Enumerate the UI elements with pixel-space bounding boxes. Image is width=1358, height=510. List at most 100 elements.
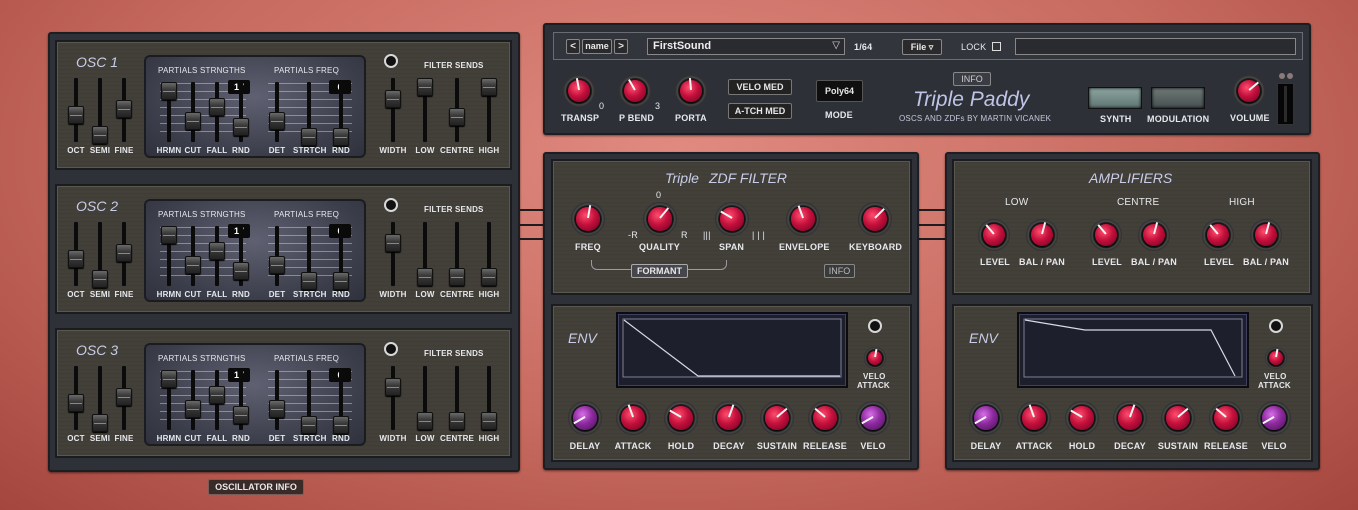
filter-title-prefix: Triple [665,170,699,186]
quality-knob[interactable] [643,202,677,236]
mode-select[interactable]: Poly64 [816,80,863,102]
porta-knob[interactable] [675,75,707,107]
det-freq-slider[interactable] [269,82,285,142]
fine-slider[interactable] [116,78,132,142]
fine-slider[interactable] [116,366,132,430]
velo-med-button[interactable]: VELO MED [728,79,792,95]
filter-release-knob[interactable] [808,401,842,435]
low-send-slider[interactable] [417,222,433,286]
span-knob[interactable] [715,202,749,236]
rnd-freq-slider[interactable] [333,226,349,290]
strtch-freq-slider[interactable] [301,226,317,290]
oct-slider[interactable] [68,78,84,142]
hrmn-slider[interactable] [161,226,177,286]
connector-line [518,209,546,211]
info-button[interactable]: INFO [953,72,991,86]
volume-knob[interactable] [1233,75,1265,107]
width-send-slider[interactable] [385,78,401,142]
high-send-label: HIGH [478,434,500,443]
filter-info-button[interactable]: INFO [824,264,855,278]
cut-slider[interactable] [185,370,201,430]
filter-velo-knob[interactable] [856,401,890,435]
osc-enable-led[interactable] [384,54,398,68]
det-freq-slider[interactable] [269,226,285,286]
amp-decay-knob[interactable] [1113,401,1147,435]
high-send-slider[interactable] [481,78,497,142]
strtch-freq-slider[interactable] [301,370,317,434]
pitch-bend-knob[interactable] [619,75,651,107]
centre-send-slider[interactable] [449,78,465,142]
amp-env-display[interactable] [1017,312,1249,388]
low-send-slider[interactable] [417,366,433,430]
filter-velo-attack-knob[interactable] [864,347,886,369]
synth-tab-button[interactable] [1088,87,1142,109]
width-send-slider[interactable] [385,366,401,430]
cut-slider[interactable] [185,82,201,142]
amp-centre-pan-knob[interactable] [1138,219,1170,251]
atch-med-button[interactable]: A-TCH MED [728,103,792,119]
amp-velo-attack-knob[interactable] [1265,347,1287,369]
amp-env-led[interactable] [1269,319,1283,333]
fall-slider[interactable] [209,370,225,430]
filter-freq-knob[interactable] [571,202,605,236]
osc-title: OSC 3 [76,342,119,358]
amp-high-pan-knob[interactable] [1250,219,1282,251]
osc-enable-led[interactable] [384,342,398,356]
envelope-knob[interactable] [786,202,820,236]
semi-slider[interactable] [92,222,108,288]
centre-send-slider[interactable] [449,366,465,430]
osc-enable-led[interactable] [384,198,398,212]
centre-send-slider[interactable] [449,222,465,286]
hrmn-slider[interactable] [161,370,177,430]
amp-high-level-knob[interactable] [1202,219,1234,251]
oscillator-info-button[interactable]: OSCILLATOR INFO [208,479,304,495]
oct-slider[interactable] [68,366,84,430]
semi-slider[interactable] [92,366,108,432]
high-send-slider[interactable] [481,222,497,286]
cut-slider[interactable] [185,226,201,286]
modulation-tab-button[interactable] [1151,87,1205,109]
amp-sustain-knob[interactable] [1161,401,1195,435]
filter-env-display[interactable] [616,312,848,388]
prev-preset-button[interactable]: < [566,39,580,54]
rnd-slider[interactable] [233,370,249,430]
rnd-slider[interactable] [233,82,249,142]
amp-centre-level-knob[interactable] [1090,219,1122,251]
width-send-slider[interactable] [385,222,401,286]
filter-delay-knob[interactable] [568,401,602,435]
filter-env-led[interactable] [868,319,882,333]
keyboard-knob[interactable] [858,202,892,236]
amp-low-pan-knob[interactable] [1026,219,1058,251]
rnd-slider[interactable] [233,226,249,286]
filter-hold-knob[interactable] [664,401,698,435]
oct-slider[interactable] [68,222,84,286]
amp-velo-knob[interactable] [1257,401,1291,435]
fine-slider[interactable] [116,222,132,286]
next-preset-button[interactable]: > [614,39,628,54]
amp-low-level-knob[interactable] [978,219,1010,251]
lock-checkbox[interactable] [992,42,1001,51]
fall-slider[interactable] [209,82,225,142]
amp-hold-knob[interactable] [1065,401,1099,435]
low-send-slider[interactable] [417,78,433,142]
hrmn-slider[interactable] [161,82,177,142]
filter-attack-knob[interactable] [616,401,650,435]
filter-decay-knob[interactable] [712,401,746,435]
preset-select[interactable]: FirstSound ▽ [647,38,845,55]
semi-slider[interactable] [92,78,108,144]
file-menu-button[interactable]: File ▿ [902,39,942,55]
amp-release-knob[interactable] [1209,401,1243,435]
high-send-slider[interactable] [481,366,497,430]
amp-delay-knob[interactable] [969,401,1003,435]
transp-knob[interactable] [563,75,595,107]
search-input[interactable] [1015,38,1296,55]
preset-name-button[interactable]: name [582,39,612,54]
strtch-freq-slider[interactable] [301,82,317,146]
rnd-freq-slider[interactable] [333,370,349,434]
filter-sustain-knob[interactable] [760,401,794,435]
rnd-freq-slider[interactable] [333,82,349,146]
amp-attack-knob[interactable] [1017,401,1051,435]
det-freq-slider[interactable] [269,370,285,430]
formant-button[interactable]: FORMANT [631,264,688,278]
fall-slider[interactable] [209,226,225,286]
